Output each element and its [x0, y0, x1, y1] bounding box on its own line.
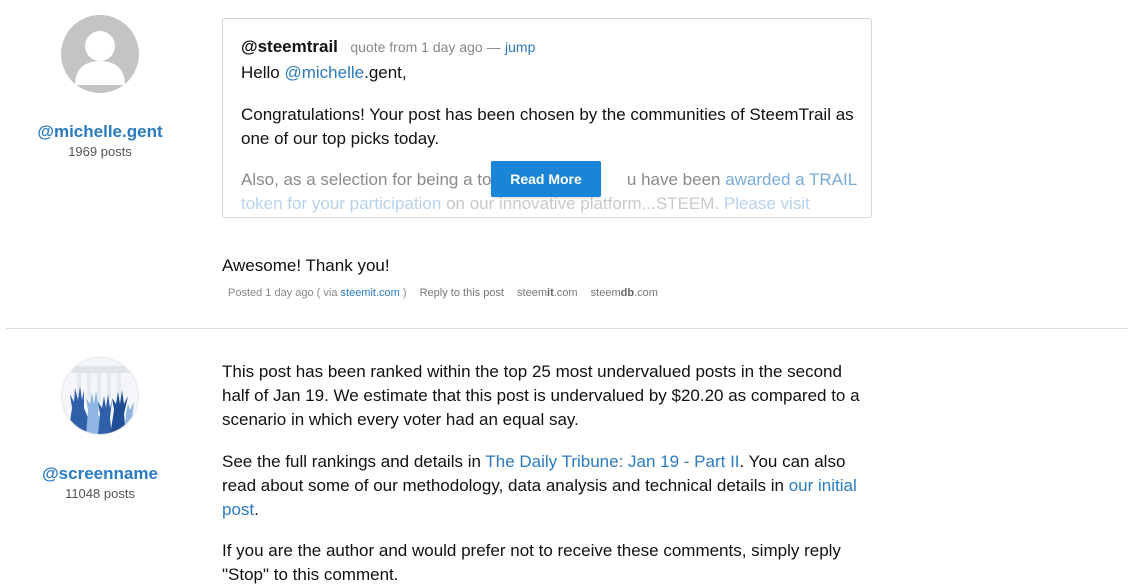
faded-text: u have been	[626, 170, 726, 189]
visit-link[interactable]: Please visit	[724, 194, 810, 213]
author-post-count: 11048 posts	[65, 486, 135, 501]
link-part: steem	[590, 287, 621, 299]
posted-time: Posted 1 day ago ( via	[228, 287, 341, 299]
link-part: db	[620, 287, 635, 299]
avatar[interactable]	[61, 15, 139, 93]
body-line: If you are the author and would prefer n…	[222, 541, 841, 560]
default-user-icon	[75, 31, 125, 85]
body-text: read about some of our methodology, data…	[222, 476, 789, 495]
quoted-post: @steemtrail quote from 1 day ago — jump …	[222, 18, 872, 218]
body-line: "Stop" to this comment.	[222, 565, 399, 584]
author-name[interactable]: @michelle.gent	[0, 122, 200, 142]
author-name[interactable]: @screenname	[0, 464, 200, 484]
body-line: See the full rankings and details in The…	[222, 450, 845, 474]
quote-header: @steemtrail quote from 1 day ago — jump	[241, 37, 535, 57]
body-text: See the full rankings and details in	[222, 452, 486, 471]
link-part: steem	[517, 287, 548, 299]
quote-meta: quote from 1 day ago —	[350, 39, 501, 55]
read-more-button[interactable]: Read More	[491, 161, 601, 197]
body-line: read about some of our methodology, data…	[222, 474, 857, 498]
steemit-link[interactable]: steemit.com	[517, 287, 578, 299]
body-line: half of Jan 19. We estimate that this po…	[222, 386, 860, 405]
avatar[interactable]	[61, 357, 139, 435]
body-text: .	[254, 500, 259, 519]
link-part: it	[547, 287, 554, 299]
initial-post-link-cont[interactable]: post	[222, 500, 254, 519]
link-part: .com	[634, 287, 658, 299]
steemdb-link[interactable]: steemdb.com	[591, 287, 658, 299]
author-post-count: 1969 posts	[68, 144, 132, 159]
link-part: .com	[553, 287, 578, 299]
mention-link[interactable]: @michelle	[284, 63, 364, 82]
raised-hands-icon	[68, 366, 136, 434]
quote-author[interactable]: @steemtrail	[241, 37, 338, 56]
participation-link[interactable]: token for your participation	[241, 194, 441, 213]
comment-thread-item: @screenname 11048 posts This post has be…	[0, 329, 1128, 584]
via-link[interactable]: steemit.com	[341, 287, 400, 299]
jump-link[interactable]: jump	[505, 39, 535, 55]
comment-thread-item: @michelle.gent 1969 posts @steemtrail qu…	[0, 0, 1128, 328]
reply-link[interactable]: Reply to this post	[420, 287, 504, 299]
body-line: scenario in which every voter had an equ…	[222, 410, 579, 429]
initial-post-link[interactable]: our initial	[789, 476, 857, 495]
quote-line: Congratulations! Your post has been chos…	[241, 105, 854, 124]
comment-meta: Posted 1 day ago ( via steemit.com ) Rep…	[228, 287, 658, 299]
daily-tribune-link[interactable]: The Daily Tribune: Jan 19 - Part II	[485, 452, 739, 471]
greeting-text: Hello	[241, 63, 285, 82]
trail-award-link[interactable]: awarded a TRAIL	[725, 170, 857, 189]
quote-line: one of our top picks today.	[241, 129, 440, 148]
body-line: This post has been ranked within the top…	[222, 362, 842, 381]
body-text: . You can also	[739, 452, 846, 471]
greeting-suffix: .gent,	[364, 63, 407, 82]
quote-greeting: Hello @michelle.gent,	[241, 61, 407, 85]
posted-end: )	[399, 287, 407, 299]
comment-body: Awesome! Thank you!	[222, 256, 390, 275]
faded-text: Also, as a selection for being a top	[241, 170, 501, 189]
body-line: post.	[222, 498, 259, 522]
